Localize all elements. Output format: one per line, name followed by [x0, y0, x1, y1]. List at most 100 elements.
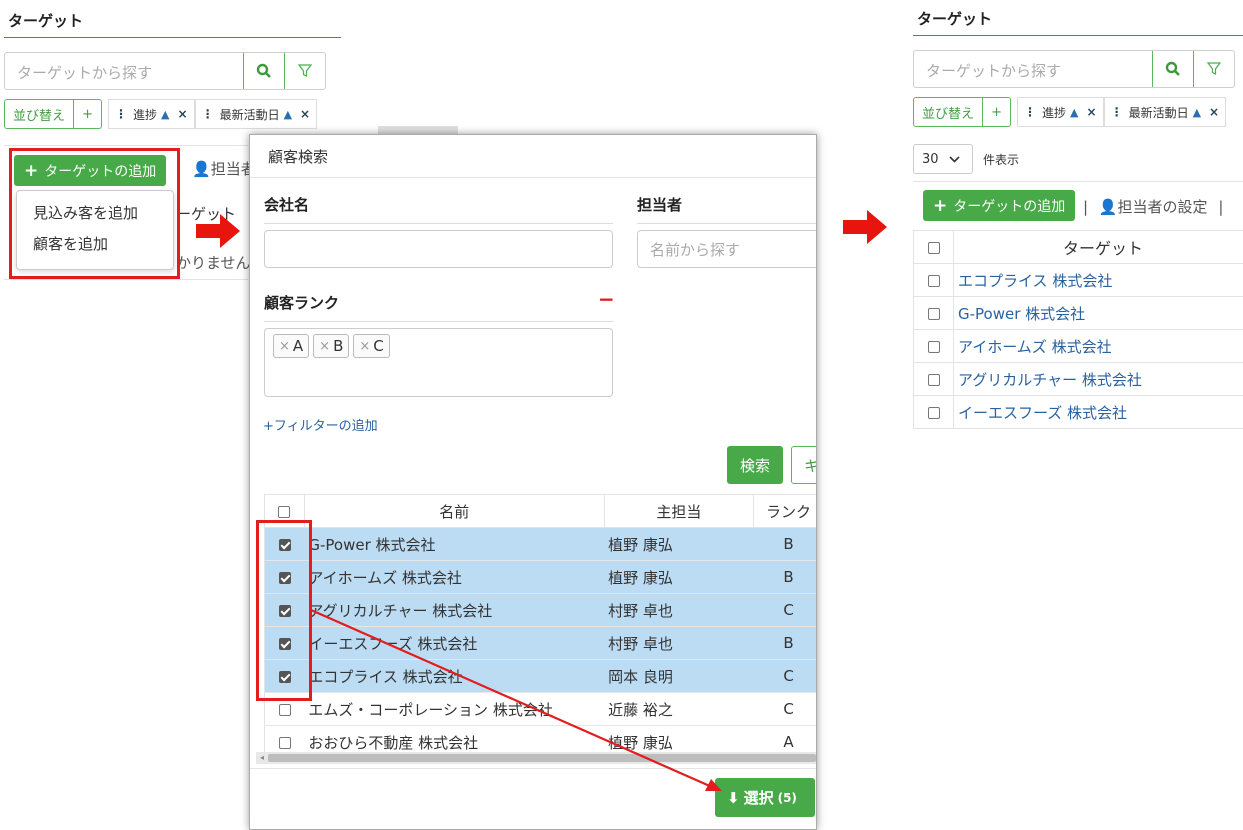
table-row[interactable]: アグリカルチャー 株式会社 — [913, 362, 1243, 396]
row-name: エコプライス 株式会社 — [304, 659, 605, 693]
remove-tag-icon[interactable]: × — [319, 339, 330, 354]
row-checkbox[interactable] — [927, 340, 940, 353]
drag-handle-icon[interactable]: ⋮ — [202, 107, 214, 121]
customer-search-modal: 顧客検索 会社名 担当者 名前から探す 顧客ランク − × A × B × C +フィルタ… — [249, 134, 817, 830]
row-name: アグリカルチャー 株式会社 — [304, 593, 605, 627]
close-icon[interactable]: × — [300, 107, 310, 121]
search-button[interactable]: 検索 — [727, 446, 784, 484]
close-icon[interactable]: × — [1209, 105, 1219, 119]
row-owner: 村野 卓也 — [604, 626, 754, 660]
right-search-input[interactable]: ターゲットから探す — [914, 51, 1152, 87]
select-all-checkbox[interactable] — [927, 241, 940, 254]
scrollbar-thumb[interactable] — [268, 754, 816, 762]
right-sort-button[interactable]: 並び替え — [913, 97, 984, 127]
table-row[interactable]: アイホームズ 株式会社 — [913, 329, 1243, 363]
target-link[interactable]: アイホームズ 株式会社 — [953, 329, 1243, 363]
left-search-button[interactable] — [243, 53, 284, 89]
horizontal-scrollbar[interactable]: ◂ — [256, 752, 816, 764]
user-icon: 👤 — [1098, 198, 1118, 216]
right-search-button[interactable] — [1152, 51, 1193, 87]
row-checkbox-cell — [913, 362, 954, 396]
search-icon — [1165, 61, 1180, 76]
close-icon[interactable]: × — [1087, 105, 1097, 119]
scroll-left-icon[interactable]: ◂ — [260, 753, 264, 762]
sort-up-icon: ▲ — [1192, 105, 1202, 119]
right-sort-chip-progress[interactable]: ⋮ 進捗 ▲ × — [1017, 97, 1104, 127]
table-row[interactable]: エムズ・コーポレーション 株式会社 近藤 裕之 C — [264, 692, 816, 726]
col-owner[interactable]: 主担当 — [603, 494, 755, 528]
per-page-select[interactable]: 30 — [913, 144, 973, 174]
sort-up-icon: ▲ — [1070, 105, 1079, 119]
drag-handle-icon[interactable]: ⋮ — [1111, 105, 1123, 119]
table-row[interactable]: エコプライス 株式会社 — [913, 263, 1243, 297]
table-row[interactable]: G-Power 株式会社 植野 康弘 B — [264, 527, 816, 561]
select-button[interactable]: ⬇ 選択 (5) — [715, 778, 815, 817]
rank-tag-b[interactable]: × B — [313, 334, 350, 358]
add-filter-link[interactable]: +フィルターの追加 — [263, 415, 378, 434]
col-target[interactable]: ターゲット — [953, 230, 1243, 264]
target-link[interactable]: エコプライス 株式会社 — [953, 263, 1243, 297]
right-add-target-button[interactable]: + ターゲットの追加 — [923, 190, 1076, 221]
company-input[interactable] — [264, 230, 613, 268]
rank-tag-input[interactable]: × A × B × C — [264, 328, 613, 397]
row-checkbox[interactable] — [278, 703, 291, 716]
customer-table: 名前 主担当 ランク G-Power 株式会社 植野 康弘 B アイホームズ 株式会社… — [264, 494, 816, 759]
target-link[interactable]: G-Power 株式会社 — [953, 296, 1243, 330]
drag-handle-icon[interactable]: ⋮ — [115, 107, 127, 121]
left-page-title: ターゲット — [8, 12, 84, 30]
left-sort-chip-progress[interactable]: ⋮ 進捗 ▲ × — [108, 99, 195, 129]
row-owner: 近藤 裕之 — [604, 692, 754, 726]
col-rank[interactable]: ランク — [753, 494, 816, 528]
left-add-sort-button[interactable]: + — [74, 99, 103, 129]
table-row[interactable]: イーエスフーズ 株式会社 — [913, 395, 1243, 429]
row-checkbox[interactable] — [927, 406, 940, 419]
row-checkbox-cell — [913, 329, 954, 363]
rank-tag-c[interactable]: × C — [353, 334, 390, 358]
table-row[interactable]: アイホームズ 株式会社 植野 康弘 B — [264, 560, 816, 594]
modal-title: 顧客検索 — [268, 148, 329, 166]
table-row[interactable]: G-Power 株式会社 — [913, 296, 1243, 330]
bg-fragment — [378, 126, 458, 134]
right-title-divider — [913, 35, 1243, 36]
row-checkbox[interactable] — [927, 373, 940, 386]
select-all-checkbox[interactable] — [278, 505, 291, 518]
rank-divider — [264, 321, 613, 322]
row-checkbox[interactable] — [278, 736, 291, 749]
left-search-input[interactable]: ターゲットから探す — [5, 53, 243, 89]
drag-handle-icon[interactable]: ⋮ — [1024, 105, 1036, 119]
download-arrow-icon: ⬇ — [727, 788, 740, 807]
left-empty-fragment: かりません — [176, 254, 251, 272]
target-table: ターゲット エコプライス 株式会社 G-Power 株式会社 アイホームズ 株式会社… — [913, 230, 1243, 429]
clear-button[interactable]: キ — [791, 446, 816, 484]
remove-tag-icon[interactable]: × — [359, 339, 370, 354]
row-checkbox[interactable] — [927, 307, 940, 320]
rank-tag-a[interactable]: × A — [273, 334, 310, 358]
table-row[interactable]: アグリカルチャー 株式会社 村野 卓也 C — [264, 593, 816, 627]
right-filter-button[interactable] — [1193, 51, 1234, 87]
chip-label: 進捗 — [133, 107, 158, 122]
assignee-input[interactable]: 名前から探す — [637, 230, 816, 268]
remove-filter-button[interactable]: − — [598, 287, 615, 311]
table-row[interactable]: エコプライス 株式会社 岡本 良明 C — [264, 659, 816, 693]
left-sort-chip-last-activity[interactable]: ⋮ 最新活動日 ▲ × — [194, 99, 318, 129]
target-link[interactable]: アグリカルチャー 株式会社 — [953, 362, 1243, 396]
right-sort-chip-last-activity[interactable]: ⋮ 最新活動日 ▲ × — [1103, 97, 1227, 127]
modal-header-divider — [250, 177, 816, 178]
target-link[interactable]: イーエスフーズ 株式会社 — [953, 395, 1243, 429]
sort-up-icon: ▲ — [161, 107, 170, 121]
tag-label: A — [292, 337, 304, 355]
left-sort-button[interactable]: 並び替え — [4, 99, 75, 129]
rank-label: 顧客ランク — [264, 294, 340, 312]
filter-icon — [298, 64, 312, 77]
table-row[interactable]: イーエスフーズ 株式会社 村野 卓也 B — [264, 626, 816, 660]
remove-tag-icon[interactable]: × — [279, 339, 290, 354]
close-icon[interactable]: × — [178, 107, 188, 121]
modal-footer-divider — [250, 768, 816, 769]
row-checkbox[interactable] — [927, 274, 940, 287]
col-name[interactable]: 名前 — [303, 494, 605, 528]
chip-label: 最新活動日 — [219, 107, 280, 122]
company-label: 会社名 — [264, 196, 310, 214]
right-add-sort-button[interactable]: + — [983, 97, 1012, 127]
left-filter-button[interactable] — [284, 53, 325, 89]
right-assignee-setting[interactable]: | 👤担当者の設定 | — [1083, 196, 1223, 217]
